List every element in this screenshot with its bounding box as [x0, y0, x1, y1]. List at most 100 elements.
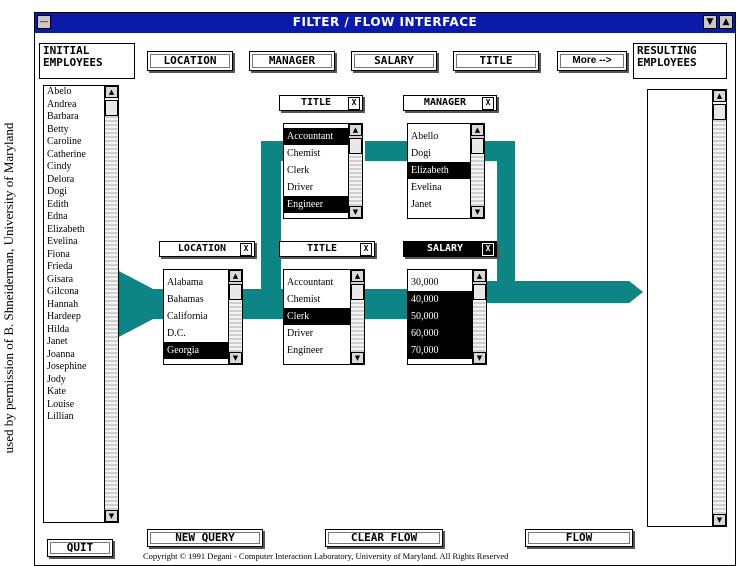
salary-filter-list[interactable]: 30,000 40,000 50,000 60,000 70,000 ▲ ▼ [407, 269, 487, 365]
filter-option[interactable]: Chemist [284, 291, 350, 308]
close-icon[interactable]: X [240, 243, 252, 256]
filter-scrollbar[interactable]: ▲ ▼ [348, 124, 362, 218]
filter-option[interactable]: California [164, 308, 228, 325]
filter-scrollbar[interactable]: ▲ ▼ [350, 270, 364, 364]
more-attributes-button[interactable]: More --> [557, 51, 627, 71]
employee-list-item[interactable]: Fiona [44, 249, 104, 262]
maximize-button[interactable]: ▲ [719, 15, 733, 29]
employee-list-item[interactable]: Abelo [44, 86, 104, 99]
employee-list-item[interactable]: Betty [44, 124, 104, 137]
filter-option[interactable]: Elizabeth [408, 162, 470, 179]
employee-list-item[interactable]: Lillian [44, 411, 104, 424]
minimize-button[interactable]: ▼ [703, 15, 717, 29]
filter-option[interactable]: Accountant [284, 128, 348, 145]
scroll-thumb[interactable] [349, 138, 362, 154]
scroll-down-icon[interactable]: ▼ [229, 352, 242, 364]
scroll-down-icon[interactable]: ▼ [471, 206, 484, 218]
scroll-thumb[interactable] [105, 100, 118, 116]
employee-list-item[interactable]: Kate [44, 386, 104, 399]
flow-button[interactable]: FLOW [525, 529, 633, 547]
employee-list-item[interactable]: Edith [44, 199, 104, 212]
employee-list-item[interactable]: Elizabeth [44, 224, 104, 237]
employee-list-item[interactable]: Evelina [44, 236, 104, 249]
location-attribute-button[interactable]: LOCATION [147, 51, 233, 71]
scroll-up-icon[interactable]: ▲ [349, 124, 362, 136]
location-filter-list[interactable]: Alabama Bahamas California D.C. Georgia ▲ ▼ [163, 269, 243, 365]
employee-list-item[interactable]: Jody [44, 374, 104, 387]
employee-list-item[interactable]: Edna [44, 211, 104, 224]
filter-option[interactable]: Bahamas [164, 291, 228, 308]
employee-list-item[interactable]: Hardeep [44, 311, 104, 324]
close-icon[interactable]: X [348, 97, 360, 110]
scroll-down-icon[interactable]: ▼ [473, 352, 486, 364]
employee-list-item[interactable]: Louise [44, 399, 104, 412]
clear-flow-button[interactable]: CLEAR FLOW [325, 529, 443, 547]
filter-option[interactable]: Evelina [408, 179, 470, 196]
filter-scrollbar[interactable]: ▲ ▼ [472, 270, 486, 364]
close-icon[interactable]: X [482, 97, 494, 110]
employee-list-item[interactable]: Barbara [44, 111, 104, 124]
employee-list-item[interactable]: Janet [44, 336, 104, 349]
filter-option[interactable]: Janet [408, 196, 470, 213]
manager-attribute-button[interactable]: MANAGER [249, 51, 335, 71]
scroll-thumb[interactable] [713, 104, 726, 120]
scroll-down-icon[interactable]: ▼ [105, 510, 118, 522]
initial-employees-list[interactable]: Abelo Andrea Barbara Betty Caroline Catherine… [43, 85, 119, 523]
employee-list-item[interactable]: Frieda [44, 261, 104, 274]
scroll-thumb[interactable] [473, 284, 486, 300]
filter-option[interactable]: Alabama [164, 274, 228, 291]
employee-list-item[interactable]: Catherine [44, 149, 104, 162]
initial-employees-scrollbar[interactable]: ▲ ▼ [104, 86, 118, 522]
employee-list-item[interactable]: Cindy [44, 161, 104, 174]
title-filter-list[interactable]: Accountant Chemist Clerk Driver Engineer ▲ ▼ [283, 123, 363, 219]
scroll-up-icon[interactable]: ▲ [471, 124, 484, 136]
close-icon[interactable]: X [482, 243, 494, 256]
filter-option[interactable]: 60,000 [408, 325, 472, 342]
employee-list-item[interactable]: Hannah [44, 299, 104, 312]
scroll-down-icon[interactable]: ▼ [349, 206, 362, 218]
employee-list-item[interactable]: Gilcona [44, 286, 104, 299]
filter-option[interactable]: 70,000 [408, 342, 472, 359]
filter-option[interactable]: Chemist [284, 145, 348, 162]
employee-list-item[interactable]: Hilda [44, 324, 104, 337]
scroll-up-icon[interactable]: ▲ [229, 270, 242, 282]
close-icon[interactable]: X [360, 243, 372, 256]
filter-option[interactable]: Dogi [408, 145, 470, 162]
filter-option[interactable]: Abello [408, 128, 470, 145]
filter-option[interactable]: 40,000 [408, 291, 472, 308]
employee-list-item[interactable]: Andrea [44, 99, 104, 112]
filter-option[interactable]: Engineer [284, 196, 348, 213]
scroll-thumb[interactable] [351, 284, 364, 300]
scroll-thumb[interactable] [229, 284, 242, 300]
filter-option[interactable]: Georgia [164, 342, 228, 359]
filter-scrollbar[interactable]: ▲ ▼ [228, 270, 242, 364]
employee-list-item[interactable]: Delora [44, 174, 104, 187]
scroll-up-icon[interactable]: ▲ [351, 270, 364, 282]
filter-option[interactable]: Driver [284, 325, 350, 342]
scroll-down-icon[interactable]: ▼ [713, 514, 726, 526]
filter-option[interactable]: D.C. [164, 325, 228, 342]
filter-scrollbar[interactable]: ▲ ▼ [470, 124, 484, 218]
filter-option[interactable]: Driver [284, 179, 348, 196]
filter-option[interactable]: Accountant [284, 274, 350, 291]
scroll-thumb[interactable] [471, 138, 484, 154]
employee-list-item[interactable]: Caroline [44, 136, 104, 149]
scroll-down-icon[interactable]: ▼ [351, 352, 364, 364]
manager-filter-list[interactable]: Abello Dogi Elizabeth Evelina Janet ▲ ▼ [407, 123, 485, 219]
resulting-employees-scrollbar[interactable]: ▲ ▼ [712, 90, 726, 526]
salary-attribute-button[interactable]: SALARY [351, 51, 437, 71]
scroll-up-icon[interactable]: ▲ [105, 86, 118, 98]
filter-option[interactable]: Clerk [284, 162, 348, 179]
employee-list-item[interactable]: Josephine [44, 361, 104, 374]
employee-list-item[interactable]: Dogi [44, 186, 104, 199]
filter-option[interactable]: 50,000 [408, 308, 472, 325]
resulting-employees-list[interactable]: ▲ ▼ [647, 89, 727, 527]
quit-button[interactable]: QUIT [47, 539, 113, 557]
new-query-button[interactable]: NEW QUERY [147, 529, 263, 547]
employee-list-item[interactable]: Joanna [44, 349, 104, 362]
scroll-up-icon[interactable]: ▲ [713, 90, 726, 102]
title-attribute-button[interactable]: TITLE [453, 51, 539, 71]
employee-list-item[interactable]: Gisara [44, 274, 104, 287]
filter-option[interactable]: 30,000 [408, 274, 472, 291]
title-filter-list[interactable]: Accountant Chemist Clerk Driver Engineer ▲ ▼ [283, 269, 365, 365]
